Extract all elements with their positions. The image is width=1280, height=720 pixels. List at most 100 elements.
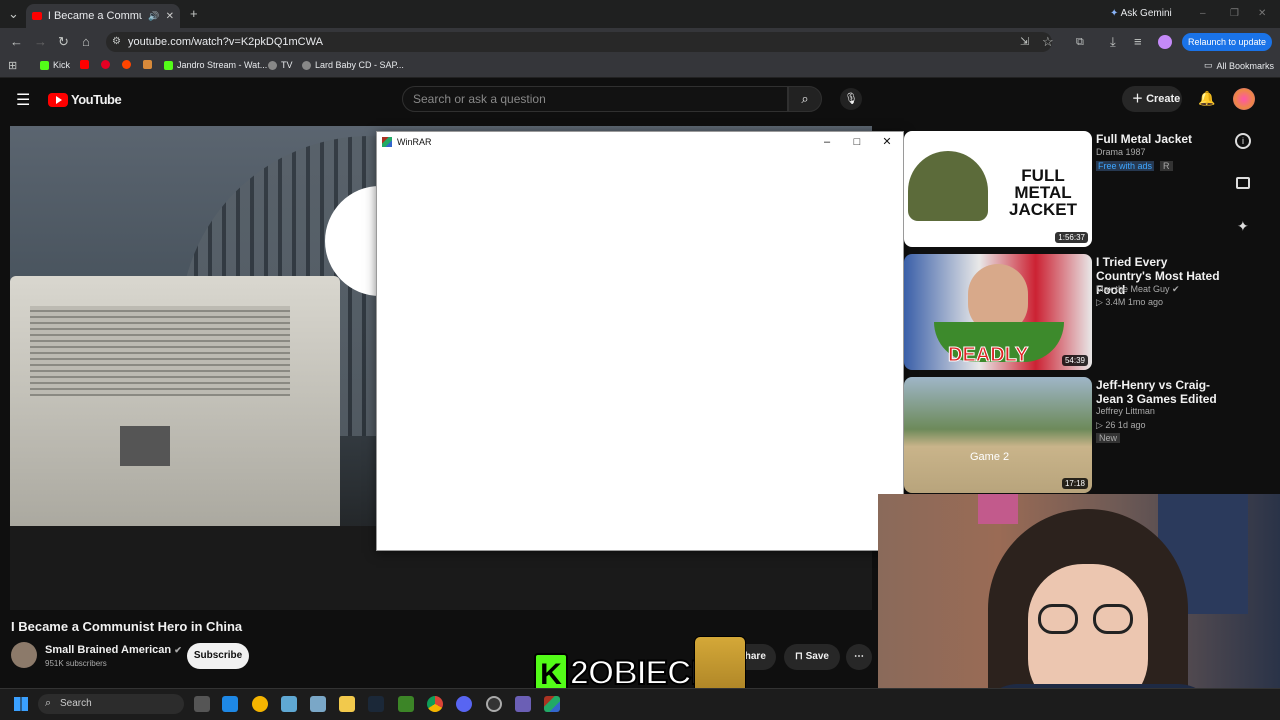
account-avatar[interactable] [1233, 88, 1255, 110]
bookmark-label: Jandro Stream - Wat... [177, 60, 268, 70]
bookmark-jandro[interactable]: Jandro Stream - Wat... [164, 60, 267, 70]
windows-start-icon[interactable] [14, 697, 28, 711]
apps-grid-icon[interactable]: ⊞ [8, 58, 17, 74]
bookmark-youtube[interactable] [80, 60, 89, 69]
ask-gemini-button[interactable]: ✦ Ask Gemini [1110, 8, 1172, 19]
install-app-icon[interactable]: ⇲ [1020, 34, 1029, 50]
extensions-icon[interactable]: ⧉ [1076, 34, 1084, 50]
discord-icon[interactable] [456, 696, 472, 712]
app-icon[interactable] [515, 696, 531, 712]
folder-icon: ▭ [1204, 60, 1213, 70]
bookmark-label: Kick [53, 60, 71, 70]
youtube-favicon [32, 12, 42, 20]
bookmark-pinned-2[interactable] [122, 60, 131, 69]
reco-title-3[interactable]: Jeff-Henry vs Craig-Jean 3 Games Edited [1096, 378, 1226, 406]
hamburger-menu-icon[interactable]: ☰ [16, 90, 30, 110]
search-button[interactable]: ⌕ [788, 86, 822, 112]
photos-icon[interactable] [281, 696, 297, 712]
info-icon[interactable]: i [1235, 133, 1251, 149]
search-icon: ⌕ [45, 697, 52, 709]
minecraft-icon[interactable] [398, 696, 414, 712]
window-minimize-icon[interactable]: – [1200, 6, 1206, 22]
obs-icon[interactable] [486, 696, 502, 712]
browser-tab[interactable]: I Became a Communist He 🔊 ✕ [26, 4, 180, 28]
bookmark-star-icon[interactable]: ☆ [1042, 34, 1054, 50]
sparkle-icon[interactable]: ✦ [1237, 218, 1249, 235]
duration-badge: 1:56:37 [1055, 232, 1088, 243]
youtube-icon [80, 60, 89, 69]
duration-badge: 17:18 [1061, 478, 1088, 489]
back-icon[interactable]: ← [10, 34, 23, 50]
winrar-maximize-button[interactable]: □ [843, 134, 871, 150]
youtube-play-icon [48, 92, 68, 107]
chat-icon[interactable] [1236, 177, 1250, 189]
downloads-icon[interactable]: ⤓ [1110, 34, 1116, 50]
media-control-icon[interactable]: ≡ [1134, 34, 1142, 50]
widgets-icon[interactable] [222, 696, 238, 712]
bookmark-kick[interactable]: Kick [40, 60, 70, 70]
home-icon[interactable]: ⌂ [82, 34, 90, 50]
forward-icon[interactable]: → [34, 34, 47, 50]
create-button[interactable]: ＋ Create [1122, 86, 1182, 112]
new-badge: New [1096, 433, 1121, 443]
taskbar-search[interactable]: Search [38, 694, 184, 714]
file-explorer-icon[interactable] [339, 696, 355, 712]
chrome-canary-icon[interactable] [252, 696, 268, 712]
reco-thumbnail-1[interactable]: FULL METAL JACKET 1:56:37 [904, 131, 1092, 247]
audio-icon[interactable]: 🔊 [148, 11, 159, 22]
all-bookmarks-label: All Bookmarks [1216, 60, 1275, 71]
subscriber-count: 951K subscribers [45, 659, 107, 668]
reco-meta-badges-1: Free with ads R [1096, 161, 1173, 171]
winrar-close-button[interactable]: ✕ [873, 134, 901, 150]
new-tab-button[interactable]: + [190, 6, 198, 22]
globe-icon [268, 60, 277, 70]
winrar-icon [382, 137, 392, 147]
overlay-username: 2OBIECE [569, 653, 714, 693]
subscribe-button[interactable]: Subscribe [187, 643, 249, 669]
winrar-taskbar-icon[interactable] [544, 696, 560, 712]
tab-search-icon[interactable]: ⌄ [8, 6, 19, 22]
chrome-icon[interactable] [427, 696, 443, 712]
kick-icon [40, 60, 49, 70]
winrar-minimize-button[interactable]: – [813, 134, 841, 150]
kick-icon [164, 60, 173, 70]
steam-icon[interactable] [368, 696, 384, 712]
bookmark-pinned-3[interactable] [143, 60, 152, 69]
channel-avatar[interactable] [11, 642, 37, 668]
window-close-icon[interactable]: ✕ [1258, 6, 1266, 22]
all-bookmarks[interactable]: ▭ All Bookmarks [1204, 60, 1274, 71]
reco-thumbnail-3[interactable]: Game 2 17:18 [904, 377, 1092, 493]
bookmark-icon: ⊓ [795, 651, 806, 662]
channel-name[interactable]: Small Brained American ✔ [45, 644, 182, 656]
reco-thumbnail-2[interactable]: DEADLY 54:39 [904, 254, 1092, 370]
task-view-icon[interactable] [194, 696, 210, 712]
calculator-icon[interactable] [310, 696, 326, 712]
tab-close-icon[interactable]: ✕ [166, 11, 174, 22]
windows-taskbar [0, 688, 1280, 720]
winrar-window[interactable]: WinRAR – □ ✕ [376, 131, 904, 551]
site-info-icon[interactable]: ⚙ [112, 34, 121, 50]
winrar-title: WinRAR [397, 137, 432, 147]
site-icon [143, 60, 152, 69]
relaunch-button[interactable]: Relaunch to update ⋮ [1182, 33, 1272, 65]
youtube-logo[interactable]: YouTube [48, 92, 122, 107]
save-button[interactable]: ⊓ Save [784, 644, 840, 670]
url-field[interactable]: youtube.com/watch?v=K2pkDQ1mCWA [106, 32, 1052, 52]
video-title: I Became a Communist Hero in China [11, 619, 243, 634]
bookmark-tv[interactable]: TV [268, 60, 293, 70]
voice-search-button[interactable]: 🎙 [840, 88, 862, 110]
notifications-bell-icon[interactable]: 🔔 [1198, 90, 1215, 107]
thumb-text: DEADLY [947, 344, 1029, 367]
gemini-icon: ✦ [1110, 8, 1121, 19]
search-input[interactable]: Search or ask a question [402, 86, 788, 112]
reco-meta-3: Jeffrey Littman [1096, 406, 1155, 416]
bookmark-lard-baby[interactable]: Lard Baby CD - SAP... [302, 60, 404, 70]
reco-title-1[interactable]: Full Metal Jacket [1096, 132, 1226, 146]
more-actions-button[interactable]: ⋯ [846, 644, 872, 670]
window-restore-icon[interactable]: ❐ [1230, 6, 1239, 22]
reddit-icon [122, 60, 131, 69]
bookmark-pinned-1[interactable] [101, 60, 110, 69]
search-icon: ⌕ [801, 91, 809, 106]
profile-avatar[interactable] [1158, 35, 1172, 49]
reload-icon[interactable]: ↻ [58, 34, 69, 50]
